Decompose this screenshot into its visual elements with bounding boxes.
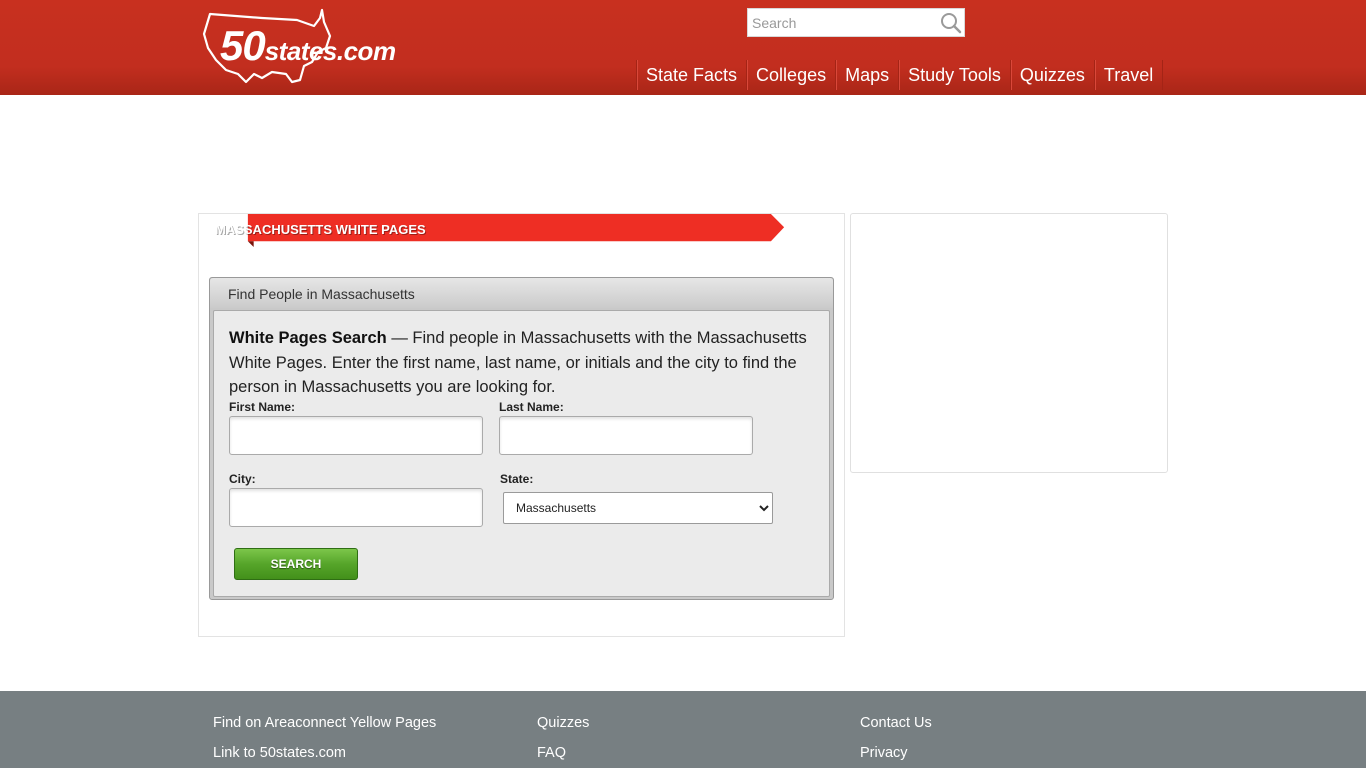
footer-link-quizzes[interactable]: Quizzes	[537, 715, 589, 731]
page-title: MASSACHUSETTS WHITE PAGES	[215, 222, 426, 237]
footer-link-faq[interactable]: FAQ	[537, 745, 566, 761]
site-footer: Find on Areaconnect Yellow Pages Link to…	[0, 691, 1366, 768]
nav-maps[interactable]: Maps	[835, 60, 898, 90]
first-name-label: First Name:	[229, 400, 296, 414]
logo-domain: states.com	[264, 36, 396, 66]
footer-link-contact[interactable]: Contact Us	[860, 715, 932, 731]
card-title: Find People in Massachusetts	[228, 286, 415, 302]
nav-quizzes[interactable]: Quizzes	[1009, 60, 1094, 90]
nav-travel[interactable]: Travel	[1093, 60, 1164, 90]
main-nav: State Facts Colleges Maps Study Tools Qu…	[636, 60, 1164, 95]
site-search	[747, 8, 965, 37]
sidebar-ad-panel	[850, 213, 1168, 473]
site-header: 50states.com State Facts Colleges Maps S…	[0, 0, 1366, 95]
search-icon[interactable]	[940, 12, 962, 34]
site-logo[interactable]: 50states.com	[202, 8, 407, 84]
city-field[interactable]	[229, 488, 483, 527]
submit-search-button[interactable]: SEARCH	[234, 548, 358, 580]
first-name-field[interactable]	[229, 416, 483, 455]
city-label: City:	[229, 472, 256, 486]
state-select[interactable]: Massachusetts	[503, 492, 773, 524]
last-name-field[interactable]	[499, 416, 753, 455]
last-name-label: Last Name:	[499, 400, 564, 414]
nav-colleges[interactable]: Colleges	[746, 60, 835, 90]
search-input[interactable]	[748, 9, 938, 36]
footer-link-areaconnect[interactable]: Find on Areaconnect Yellow Pages	[213, 715, 436, 731]
footer-link-privacy[interactable]: Privacy	[860, 745, 908, 761]
nav-study-tools[interactable]: Study Tools	[898, 60, 1010, 90]
intro-heading: White Pages Search	[229, 329, 387, 347]
nav-state-facts[interactable]: State Facts	[636, 60, 746, 90]
card-header: Find People in Massachusetts	[210, 278, 833, 308]
footer-link-link-to[interactable]: Link to 50states.com	[213, 745, 346, 761]
logo-wordmark: 50states.com	[220, 22, 396, 70]
logo-number: 50	[220, 22, 266, 69]
intro-text: White Pages Search — Find people in Mass…	[229, 326, 814, 400]
state-label: State:	[500, 472, 534, 486]
